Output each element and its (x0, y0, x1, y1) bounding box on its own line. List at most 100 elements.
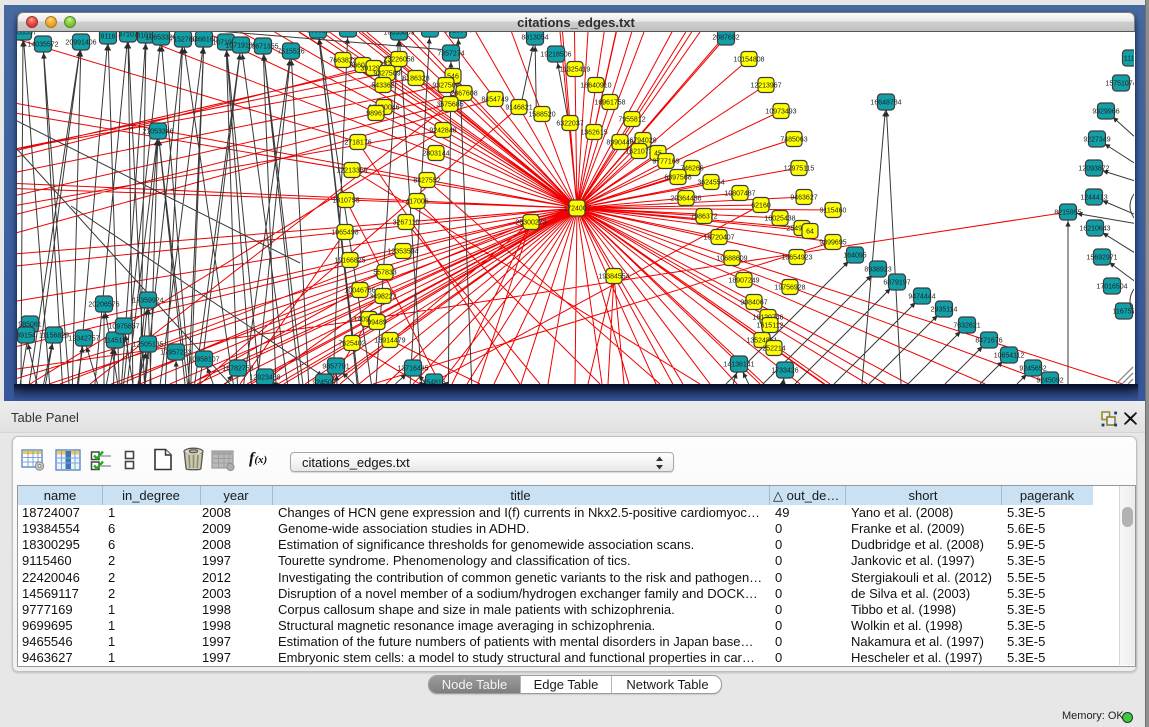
svg-text:10654112: 10654112 (994, 353, 1025, 360)
svg-text:16648784: 16648784 (870, 100, 901, 107)
svg-text:15692971: 15692971 (1086, 255, 1117, 262)
svg-text:1588520: 1588520 (528, 112, 555, 119)
svg-text:17957223: 17957223 (160, 350, 191, 357)
svg-text:3267110: 3267110 (393, 220, 420, 227)
svg-text:17359924: 17359924 (132, 298, 163, 305)
svg-text:9474444: 9474444 (908, 294, 935, 301)
svg-text:10807487: 10807487 (724, 191, 755, 198)
svg-text:1724007: 1724007 (563, 206, 590, 213)
svg-text:9327509: 9327509 (373, 71, 400, 78)
svg-text:8471676: 8471676 (975, 338, 1002, 345)
svg-text:114519: 114519 (104, 338, 127, 345)
svg-text:15720407: 15720407 (703, 235, 734, 242)
svg-text:1733426: 1733426 (771, 368, 798, 375)
svg-text:21053346: 21053346 (142, 129, 173, 136)
svg-text:12923468: 12923468 (249, 375, 280, 382)
svg-text:14035572: 14035572 (27, 42, 58, 49)
svg-text:16782759: 16782759 (222, 366, 253, 373)
svg-text:15751074: 15751074 (1105, 81, 1134, 88)
svg-text:116753: 116753 (1113, 309, 1134, 316)
svg-text:10025438: 10025438 (764, 216, 795, 223)
svg-text:14136141: 14136141 (723, 362, 754, 369)
svg-text:6897568: 6897568 (664, 175, 691, 182)
svg-text:1621072: 1621072 (625, 149, 652, 156)
svg-text:1244413: 1244413 (1080, 195, 1107, 202)
svg-text:860124: 860124 (336, 32, 359, 34)
svg-text:9242848: 9242848 (429, 128, 456, 135)
svg-text:25300273: 25300273 (515, 220, 546, 227)
svg-text:9084067: 9084067 (740, 300, 767, 307)
svg-text:64: 64 (806, 229, 814, 236)
svg-text:12093872: 12093872 (1078, 166, 1109, 173)
svg-text:18640910: 18640910 (580, 83, 611, 90)
svg-text:16961758: 16961758 (594, 100, 625, 107)
svg-text:1403557: 1403557 (17, 32, 37, 37)
svg-text:3624554: 3624554 (697, 180, 724, 187)
svg-text:6879197: 6879197 (883, 280, 910, 287)
svg-text:252214: 252214 (762, 346, 785, 353)
svg-text:16914479: 16914479 (374, 338, 405, 345)
svg-text:2087682: 2087682 (712, 35, 739, 42)
svg-text:11156829: 11156829 (39, 333, 69, 340)
svg-text:9463627: 9463627 (790, 195, 817, 202)
svg-text:12213369: 12213369 (336, 168, 367, 175)
svg-text:9146821: 9146821 (505, 105, 532, 112)
svg-text:9245652: 9245652 (1019, 366, 1046, 373)
svg-text:16210643: 16210643 (1079, 226, 1110, 233)
svg-text:98961: 98961 (366, 111, 386, 118)
svg-text:10958107: 10958107 (188, 357, 219, 364)
svg-text:19756928: 19756928 (774, 285, 805, 292)
svg-text:1112: 1112 (1124, 56, 1134, 63)
svg-text:7485063: 7485063 (780, 137, 807, 144)
svg-text:8186328: 8186328 (402, 76, 429, 83)
svg-text:13716485: 13716485 (397, 366, 428, 373)
svg-text:23226058: 23226058 (383, 57, 414, 64)
svg-text:12353594: 12353594 (387, 249, 418, 256)
svg-text:7625402: 7625402 (338, 341, 365, 348)
svg-text:2935114: 2935114 (931, 307, 958, 314)
svg-text:1615112: 1615112 (757, 323, 784, 330)
svg-text:12975115: 12975115 (784, 166, 815, 173)
svg-text:18907249: 18907249 (728, 278, 759, 285)
svg-text:881305: 881305 (418, 32, 441, 34)
svg-text:2718176: 2718176 (344, 140, 371, 147)
svg-text:16671355: 16671355 (247, 44, 278, 51)
svg-text:8813054: 8813054 (521, 35, 548, 42)
svg-text:7357274: 7357274 (437, 51, 464, 58)
svg-text:9899695: 9899695 (819, 240, 846, 247)
svg-text:417006: 417006 (405, 199, 428, 206)
svg-text:9227349: 9227349 (1083, 137, 1110, 144)
svg-text:1965498: 1965498 (331, 230, 358, 237)
svg-text:10975857: 10975857 (108, 324, 139, 331)
svg-text:7632621: 7632621 (953, 323, 980, 330)
svg-text:9329966: 9329966 (1092, 109, 1119, 116)
svg-text:963822: 963822 (306, 32, 329, 35)
svg-text:9115460: 9115460 (820, 208, 847, 215)
svg-text:6322037: 6322037 (556, 121, 583, 128)
svg-text:7955812: 7955812 (618, 117, 645, 124)
svg-text:8215955: 8215955 (1054, 210, 1081, 217)
svg-text:9116: 9116 (100, 34, 115, 41)
svg-text:62160: 62160 (751, 203, 771, 210)
svg-text:12505135: 12505135 (132, 342, 163, 349)
svg-text:20206576: 20206576 (88, 302, 119, 309)
svg-text:10154808: 10154808 (733, 57, 764, 64)
svg-text:10973493: 10973493 (765, 109, 796, 116)
svg-text:557833: 557833 (373, 270, 396, 277)
svg-text:9857791: 9857791 (322, 364, 349, 371)
svg-text:7986372: 7986372 (690, 214, 717, 221)
svg-text:20364436: 20364436 (670, 196, 701, 203)
svg-text:8938923: 8938923 (864, 267, 891, 274)
svg-text:3498222: 3498222 (369, 294, 396, 301)
svg-text:12213967: 12213967 (750, 83, 781, 90)
svg-text:10688609: 10688609 (716, 256, 747, 263)
svg-text:37107: 37107 (118, 32, 138, 39)
svg-text:1362615: 1362615 (580, 130, 607, 137)
svg-text:1810755: 1810755 (332, 198, 359, 205)
svg-text:3675685: 3675685 (436, 102, 463, 109)
svg-text:17016504: 17016504 (1096, 284, 1127, 291)
svg-text:16033809: 16033809 (383, 32, 414, 37)
svg-text:99489: 99489 (367, 320, 387, 327)
svg-text:2803144: 2803144 (422, 151, 449, 158)
svg-text:164095: 164095 (843, 253, 866, 260)
